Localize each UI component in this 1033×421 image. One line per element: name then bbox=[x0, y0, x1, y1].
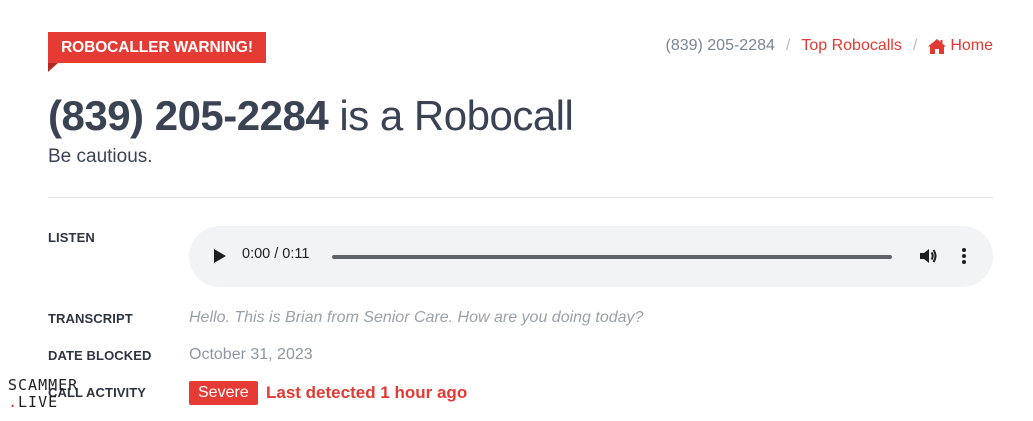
transcript-text: Hello. This is Brian from Senior Care. H… bbox=[189, 309, 644, 326]
watermark-line-2: LIVE bbox=[18, 393, 59, 411]
divider bbox=[48, 197, 993, 198]
audio-seek-bar[interactable] bbox=[332, 255, 892, 259]
audio-player[interactable]: 0:00 / 0:11 bbox=[189, 226, 993, 287]
warning-tag-label: ROBOCALLER WARNING! bbox=[61, 39, 253, 56]
scammer-live-watermark: SCAMMER .LIVE bbox=[8, 378, 78, 410]
transcript-label: TRANSCRIPT bbox=[48, 311, 133, 326]
listen-label: LISTEN bbox=[48, 230, 95, 245]
breadcrumb-separator: / bbox=[912, 37, 918, 54]
title-phone-number: (839) 205-2284 bbox=[48, 92, 329, 139]
breadcrumb-top-robocalls[interactable]: Top Robocalls bbox=[801, 37, 902, 55]
page-subtitle: Be cautious. bbox=[48, 146, 153, 167]
volume-icon[interactable] bbox=[918, 246, 938, 266]
watermark-dot: . bbox=[8, 393, 19, 411]
home-icon bbox=[928, 38, 947, 54]
breadcrumb-current: (839) 205-2284 bbox=[665, 37, 775, 54]
breadcrumb-separator: / bbox=[785, 37, 791, 54]
breadcrumb-home-label: Home bbox=[950, 37, 993, 54]
breadcrumb-home[interactable]: Home bbox=[928, 37, 993, 55]
severity-badge: Severe bbox=[189, 381, 258, 405]
title-suffix: is a Robocall bbox=[328, 92, 574, 139]
audio-time: 0:00 / 0:11 bbox=[242, 246, 310, 262]
last-detected-text: Last detected 1 hour ago bbox=[266, 383, 468, 402]
robocaller-warning-tag: ROBOCALLER WARNING! bbox=[48, 32, 266, 72]
more-vert-icon[interactable] bbox=[959, 246, 969, 266]
breadcrumb: (839) 205-2284 / Top Robocalls / Home bbox=[665, 37, 993, 55]
date-blocked-label: DATE BLOCKED bbox=[48, 348, 152, 363]
watermark-line-1: SCAMMER bbox=[8, 376, 79, 394]
page-title: (839) 205-2284 is a Robocall bbox=[48, 92, 574, 140]
date-blocked-value: October 31, 2023 bbox=[189, 346, 313, 363]
play-icon[interactable] bbox=[214, 249, 226, 263]
warning-tag-tail bbox=[48, 63, 58, 72]
